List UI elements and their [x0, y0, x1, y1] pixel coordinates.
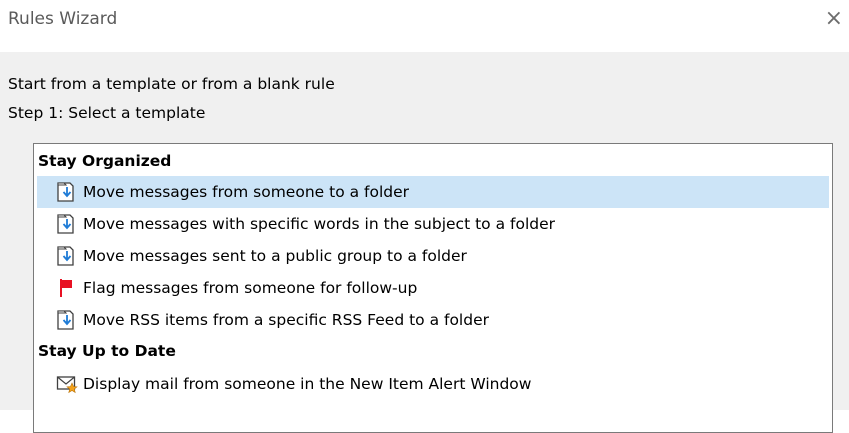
- template-label: Move messages with specific words in the…: [83, 215, 555, 233]
- template-item-move-public-group[interactable]: Move messages sent to a public group to …: [37, 240, 829, 272]
- intro-text: Start from a template or from a blank ru…: [8, 75, 335, 93]
- title-bar: Rules Wizard ×: [0, 0, 849, 52]
- window-title: Rules Wizard: [8, 9, 118, 29]
- step-label: Step 1: Select a template: [8, 104, 206, 122]
- template-item-flag-follow-up[interactable]: Flag messages from someone for follow-up: [37, 272, 829, 304]
- move-to-folder-icon: [57, 246, 74, 266]
- move-to-folder-icon: [57, 182, 74, 202]
- group-label: Stay Up to Date: [38, 342, 176, 360]
- template-label: Flag messages from someone for follow-up: [83, 279, 418, 297]
- template-item-move-rss[interactable]: Move RSS items from a specific RSS Feed …: [37, 304, 829, 336]
- alert-envelope-icon: [56, 376, 78, 394]
- template-label: Move messages from someone to a folder: [83, 183, 410, 201]
- template-label: Display mail from someone in the New Ite…: [83, 375, 532, 393]
- template-label: Move RSS items from a specific RSS Feed …: [83, 311, 489, 329]
- group-header-stay-organized: Stay Organized: [38, 146, 830, 178]
- template-item-new-item-alert[interactable]: Display mail from someone in the New Ite…: [37, 368, 829, 400]
- move-to-folder-icon: [57, 214, 74, 234]
- template-list[interactable]: Stay Organized Move messages from someon…: [33, 143, 833, 433]
- close-icon[interactable]: ×: [825, 8, 843, 30]
- template-label: Move messages sent to a public group to …: [83, 247, 467, 265]
- flag-icon: [60, 279, 72, 297]
- dialog-content: Start from a template or from a blank ru…: [0, 52, 849, 433]
- group-label: Stay Organized: [38, 152, 172, 170]
- move-to-folder-icon: [57, 310, 74, 330]
- group-header-stay-up-to-date: Stay Up to Date: [38, 336, 830, 368]
- template-item-move-from-someone[interactable]: Move messages from someone to a folder: [37, 176, 829, 208]
- template-item-move-specific-words[interactable]: Move messages with specific words in the…: [37, 208, 829, 240]
